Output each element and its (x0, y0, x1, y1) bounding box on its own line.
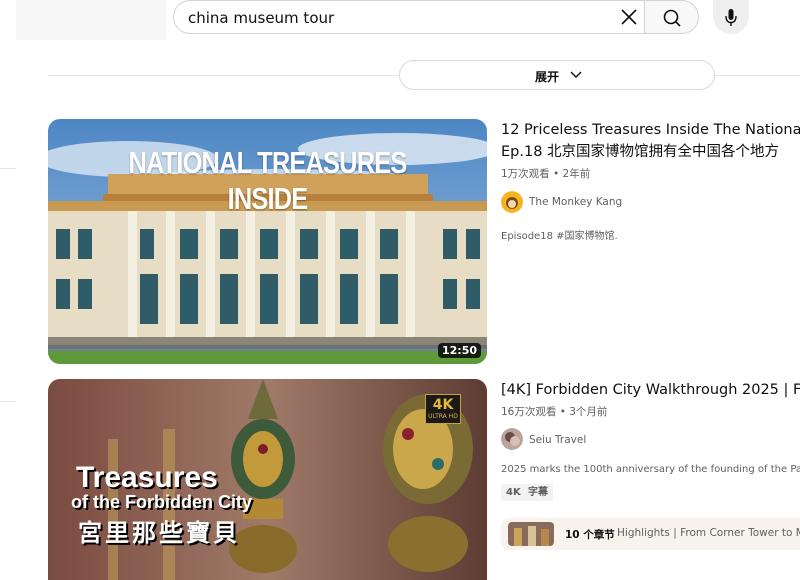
divider (48, 75, 400, 76)
tag-badge: 4K (501, 484, 526, 501)
divider (715, 75, 800, 76)
search-box[interactable]: china museum tour (173, 0, 644, 34)
video-title[interactable]: 12 Priceless Treasures Inside The Nation… (501, 120, 800, 140)
video-meta: 1万次观看 • 2年前 (501, 168, 591, 180)
edge-divider (0, 168, 16, 169)
chapters-row[interactable]: 10 个章节 Highlights | From Corner Tower to… (501, 518, 800, 550)
channel-name[interactable]: The Monkey Kang (529, 196, 622, 208)
top-bar: china museum tour (0, 0, 800, 44)
search-icon (663, 9, 681, 27)
mic-icon (725, 9, 737, 26)
expand-button[interactable]: 展开 (399, 60, 715, 90)
chapter-title: Highlights | From Corner Tower to Meric (617, 527, 800, 539)
thumbnail-caption: NATIONAL TREASURES INSIDE (128, 145, 407, 216)
avatar[interactable] (501, 428, 523, 450)
4k-badge: 4K ULTRA HD (425, 394, 461, 424)
avatar[interactable] (501, 191, 523, 213)
video-description: Episode18 #国家博物馆. (501, 231, 618, 242)
chevron-down-icon (570, 71, 582, 78)
video-thumbnail[interactable]: 4K ULTRA HD Treasures of the Forbidden C… (48, 379, 487, 580)
thumbnail-caption-line2: of the Forbidden City (71, 492, 252, 512)
search-button[interactable] (644, 0, 699, 34)
topbar-shade (16, 0, 166, 40)
badge-4k-text: 4K (432, 397, 454, 413)
video-description: 2025 marks the 100th anniversary of the … (501, 464, 800, 475)
thumbnail-caption-line3: 宮里那些寶貝 (78, 518, 240, 547)
video-meta: 16万次观看 • 3个月前 (501, 406, 608, 418)
chapter-thumbnail (508, 522, 554, 546)
voice-search-button[interactable] (713, 0, 749, 34)
tag-badge: 字幕 (523, 484, 553, 501)
video-title-line2[interactable]: Ep.18 北京国家博物馆拥有全中国各个地方 (501, 142, 779, 162)
duration-badge: 12:50 (437, 343, 481, 358)
expand-label: 展开 (535, 70, 560, 84)
channel-name[interactable]: Seiu Travel (529, 434, 586, 446)
clear-icon[interactable] (616, 4, 642, 30)
badge-ultrahd-text: ULTRA HD (428, 413, 458, 420)
chapters-count: 10 个章节 (565, 529, 615, 541)
thumbnail-caption: Treasures (76, 461, 218, 494)
video-thumbnail[interactable]: NATIONAL TREASURES INSIDE 12:50 (48, 119, 487, 364)
edge-divider (0, 401, 16, 402)
search-input[interactable]: china museum tour (188, 9, 334, 27)
video-title[interactable]: [4K] Forbidden City Walkthrough 2025 | F… (501, 380, 800, 400)
